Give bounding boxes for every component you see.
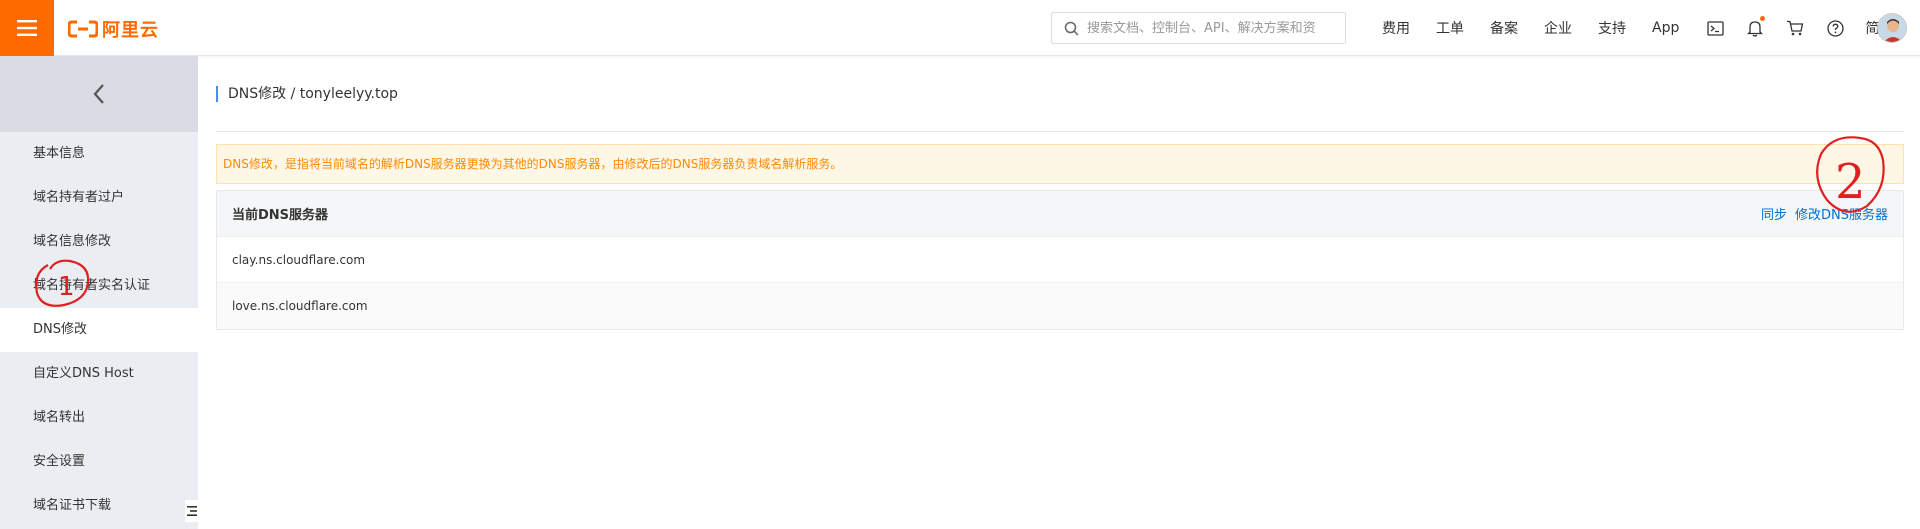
search-box[interactable]: [1051, 12, 1346, 44]
nav-icp[interactable]: 备案: [1490, 18, 1518, 38]
dns-table-header: 当前DNS服务器 同步 修改DNS服务器: [217, 191, 1903, 237]
search-icon: [1064, 21, 1079, 36]
nav-enterprise[interactable]: 企业: [1544, 18, 1572, 38]
search-input[interactable]: [1087, 20, 1327, 36]
aliyun-logo[interactable]: 阿里云: [68, 16, 159, 42]
dns-server-table: 当前DNS服务器 同步 修改DNS服务器 clay.ns.cloudflare.…: [216, 190, 1904, 330]
cart-icon[interactable]: [1785, 18, 1805, 38]
sidebar-item-certificate[interactable]: 域名证书下载: [0, 484, 198, 528]
sidebar-item-info-modify[interactable]: 域名信息修改: [0, 220, 198, 264]
sidebar-list: 基本信息 域名持有者过户 域名信息修改 域名持有者实名认证 DNS修改 自定义D…: [0, 132, 198, 528]
sidebar-item-dns-host[interactable]: 自定义DNS Host: [0, 352, 198, 396]
nav-support[interactable]: 支持: [1598, 18, 1626, 38]
modify-dns-button[interactable]: 修改DNS服务器: [1795, 204, 1888, 223]
help-icon[interactable]: [1825, 18, 1845, 38]
collapse-icon: [186, 506, 197, 516]
sidebar-item-realname[interactable]: 域名持有者实名认证: [0, 264, 198, 308]
back-button[interactable]: [0, 56, 198, 132]
sidebar-item-basic-info[interactable]: 基本信息: [0, 132, 198, 176]
dns-server-row: clay.ns.cloudflare.com: [217, 237, 1903, 283]
chevron-left-icon: [93, 84, 104, 104]
top-bar: 阿里云 费用 工单 备案 企业 支持 App: [0, 0, 1920, 56]
logo-text: 阿里云: [102, 20, 159, 41]
breadcrumb: DNS修改 / tonyleelyy.top: [216, 86, 398, 102]
hamburger-icon: [17, 20, 37, 36]
sidebar-item-dns-modify[interactable]: DNS修改: [0, 308, 198, 352]
dns-table-title: 当前DNS服务器: [232, 208, 329, 223]
bell-icon[interactable]: [1745, 16, 1766, 38]
collapse-sidebar-button[interactable]: [185, 500, 198, 522]
terminal-icon[interactable]: [1705, 18, 1725, 38]
nav-tickets[interactable]: 工单: [1436, 18, 1464, 38]
notice-banner: DNS修改，是指将当前域名的解析DNS服务器更换为其他的DNS服务器，由修改后的…: [216, 144, 1904, 184]
dns-actions: 同步 修改DNS服务器: [1761, 204, 1888, 223]
sync-button[interactable]: 同步: [1761, 204, 1787, 223]
sidebar-item-owner-transfer[interactable]: 域名持有者过户: [0, 176, 198, 220]
sidebar-item-transfer-out[interactable]: 域名转出: [0, 396, 198, 440]
divider: [216, 131, 1904, 132]
avatar[interactable]: [1877, 13, 1907, 43]
nav-fees[interactable]: 费用: [1382, 18, 1410, 38]
top-nav: 费用 工单 备案 企业 支持 App: [1382, 0, 1919, 56]
sidebar: 基本信息 域名持有者过户 域名信息修改 域名持有者实名认证 DNS修改 自定义D…: [0, 56, 198, 529]
sidebar-item-security[interactable]: 安全设置: [0, 440, 198, 484]
nav-app[interactable]: App: [1652, 20, 1679, 36]
menu-button[interactable]: [0, 0, 54, 56]
notification-dot: [1760, 16, 1766, 21]
aliyun-logo-icon: [68, 20, 98, 38]
dns-server-row: love.ns.cloudflare.com: [217, 283, 1903, 329]
